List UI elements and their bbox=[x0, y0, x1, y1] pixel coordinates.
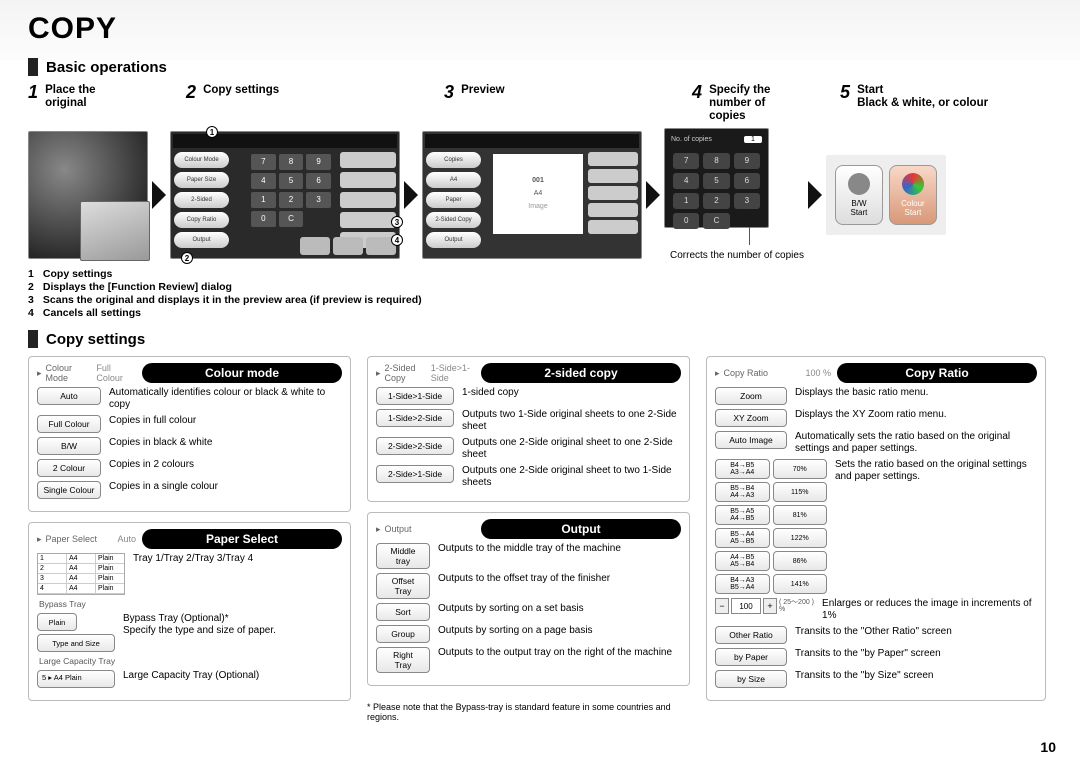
option-desc: Displays the XY Zoom ratio menu. bbox=[795, 409, 1037, 421]
option-desc: Outputs to the offset tray of the finish… bbox=[438, 573, 681, 585]
bw-start-button: B/W Start bbox=[835, 165, 883, 225]
btn-large-tray: 5 ▸ A4 Plain bbox=[37, 670, 115, 688]
option-button: 2 Colour bbox=[37, 459, 101, 477]
desc-trays: Tray 1/Tray 2/Tray 3/Tray 4 bbox=[133, 553, 342, 565]
option-button: Full Colour bbox=[37, 415, 101, 433]
option-desc: Copies in full colour bbox=[109, 415, 342, 427]
pill-copy-ratio: Copy Ratio bbox=[837, 363, 1037, 383]
arrow-icon bbox=[404, 181, 418, 209]
step-5: 5 Start Black & white, or colour bbox=[840, 82, 1010, 124]
option-button: Sort bbox=[376, 603, 430, 621]
desc-ratio-input: Enlarges or reduces the image in increme… bbox=[822, 598, 1037, 622]
step-4: 4 Specify the number of copies bbox=[692, 82, 832, 124]
arrow-icon bbox=[152, 181, 166, 209]
screenshot-copies-keypad: No. of copies1 7894561230C bbox=[664, 128, 769, 228]
desc-large-tray: Large Capacity Tray (Optional) bbox=[123, 670, 342, 682]
step-4-label: Specify the number of copies bbox=[709, 84, 770, 124]
step-3-label: Preview bbox=[461, 84, 504, 97]
preset-ratio-grid: B4→B5 A3→A470%B5→B4 A4→A3115%B5→A5 A4→B5… bbox=[715, 459, 827, 594]
option-desc: Outputs to the middle tray of the machin… bbox=[438, 543, 681, 555]
option-button: 2-Side>1-Side bbox=[376, 465, 454, 483]
option-button: Group bbox=[376, 625, 430, 643]
pill-paper-select: Paper Select bbox=[142, 529, 342, 549]
option-button: B/W bbox=[37, 437, 101, 455]
page-title: COPY bbox=[28, 12, 1052, 46]
option-button: Single Colour bbox=[37, 481, 101, 499]
header-two-sided: ▸ 2-Sided Copy1-Side>1-Side bbox=[376, 363, 475, 383]
option-button: Middle tray bbox=[376, 543, 430, 569]
option-desc: Outputs two 1-Side original sheets to on… bbox=[462, 409, 681, 433]
option-desc: Outputs by sorting on a page basis bbox=[438, 625, 681, 637]
illustration-flatbed bbox=[80, 201, 150, 261]
section-copy-settings-label: Copy settings bbox=[46, 331, 145, 348]
option-desc: Automatically identifies colour or black… bbox=[109, 387, 342, 411]
desc-preset-ratio: Sets the ratio based on the original set… bbox=[835, 459, 1037, 483]
option-button: by Size bbox=[715, 670, 787, 688]
arrow-icon bbox=[646, 181, 660, 209]
arrow-icon bbox=[808, 181, 822, 209]
option-desc: Outputs one 2-Side original sheet to one… bbox=[462, 437, 681, 461]
section-copy-settings: Copy settings bbox=[28, 330, 1052, 348]
option-desc: Outputs by sorting on a set basis bbox=[438, 603, 681, 615]
option-button: XY Zoom bbox=[715, 409, 787, 427]
option-button: Other Ratio bbox=[715, 626, 787, 644]
option-desc: Copies in black & white bbox=[109, 437, 342, 449]
step-2-label: Copy settings bbox=[203, 84, 279, 97]
option-button: 2-Side>2-Side bbox=[376, 437, 454, 455]
btn-bypass-plain: Plain bbox=[37, 613, 77, 631]
option-button: Offset Tray bbox=[376, 573, 430, 599]
section-basic-operations: Basic operations bbox=[28, 58, 1052, 76]
step-1: 1 Place the original bbox=[28, 82, 178, 124]
pill-two-sided: 2-sided copy bbox=[481, 363, 681, 383]
option-desc: Outputs to the output tray on the right … bbox=[438, 647, 681, 659]
panel-output: ▸ Output Output Middle tray Outputs to th… bbox=[367, 512, 690, 686]
header-paper-select: ▸ Paper SelectAuto bbox=[37, 534, 136, 545]
option-button: Auto bbox=[37, 387, 101, 405]
screenshot-copy-settings: Colour ModePaper Size2-SidedCopy RatioOu… bbox=[170, 131, 400, 259]
option-desc: Automatically sets the ratio based on th… bbox=[795, 431, 1037, 455]
footnote-bypass: * Please note that the Bypass-tray is st… bbox=[367, 702, 690, 722]
panel-two-sided: ▸ 2-Sided Copy1-Side>1-Side 2-sided copy… bbox=[367, 356, 690, 502]
option-button: 1-Side>2-Side bbox=[376, 409, 454, 427]
option-desc: Displays the basic ratio menu. bbox=[795, 387, 1037, 399]
panel-copy-ratio: ▸ Copy Ratio100 % Copy Ratio Zoom Display… bbox=[706, 356, 1046, 701]
step-2: 2 Copy settings bbox=[186, 82, 436, 124]
step-5-label: Start Black & white, or colour bbox=[857, 84, 988, 110]
header-output: ▸ Output bbox=[376, 524, 475, 535]
option-button: by Paper bbox=[715, 648, 787, 666]
callout-notes: 1 Copy settings2 Displays the [Function … bbox=[28, 268, 1052, 321]
page-number: 10 bbox=[1040, 739, 1056, 755]
header-colour-mode: ▸ Colour Mode Full Colour bbox=[37, 363, 136, 383]
option-button: Right Tray bbox=[376, 647, 430, 673]
screenshot-preview: CopiesA4Paper2-Sided CopyOutput 001 A4 I… bbox=[422, 131, 642, 259]
tray-table: 1A4Plain2A4Plain3A4Plain4A4Plain bbox=[37, 553, 125, 595]
note-corrects-copies: Corrects the number of copies bbox=[670, 250, 804, 262]
pill-output: Output bbox=[481, 519, 681, 539]
pill-colour-mode: Colour mode bbox=[142, 363, 342, 383]
header-copy-ratio: ▸ Copy Ratio100 % bbox=[715, 368, 831, 379]
desc-bypass: Bypass Tray (Optional)* Specify the type… bbox=[123, 613, 342, 637]
option-desc: Transits to the "Other Ratio" screen bbox=[795, 626, 1037, 638]
option-desc: 1-sided copy bbox=[462, 387, 681, 399]
illustration-start-buttons: B/W Start Colour Start bbox=[826, 155, 946, 235]
option-desc: Outputs one 2-Side original sheet to two… bbox=[462, 465, 681, 489]
step-1-label: Place the original bbox=[45, 84, 96, 110]
option-desc: Copies in 2 colours bbox=[109, 459, 342, 471]
option-desc: Transits to the "by Size" screen bbox=[795, 670, 1037, 682]
colour-start-button: Colour Start bbox=[889, 165, 937, 225]
option-button: Auto Image bbox=[715, 431, 787, 449]
step-3: 3 Preview bbox=[444, 82, 684, 124]
panel-paper-select: ▸ Paper SelectAuto Paper Select 1A4Plain… bbox=[28, 522, 351, 701]
section-basic-label: Basic operations bbox=[46, 59, 167, 76]
option-desc: Copies in a single colour bbox=[109, 481, 342, 493]
panel-colour-mode: ▸ Colour Mode Full Colour Colour mode Au… bbox=[28, 356, 351, 512]
option-button: 1-Side>1-Side bbox=[376, 387, 454, 405]
option-desc: Transits to the "by Paper" screen bbox=[795, 648, 1037, 660]
ratio-input: − 100 + ( 25～200 ) % bbox=[715, 598, 814, 614]
btn-type-size: Type and Size bbox=[37, 634, 115, 652]
option-button: Zoom bbox=[715, 387, 787, 405]
